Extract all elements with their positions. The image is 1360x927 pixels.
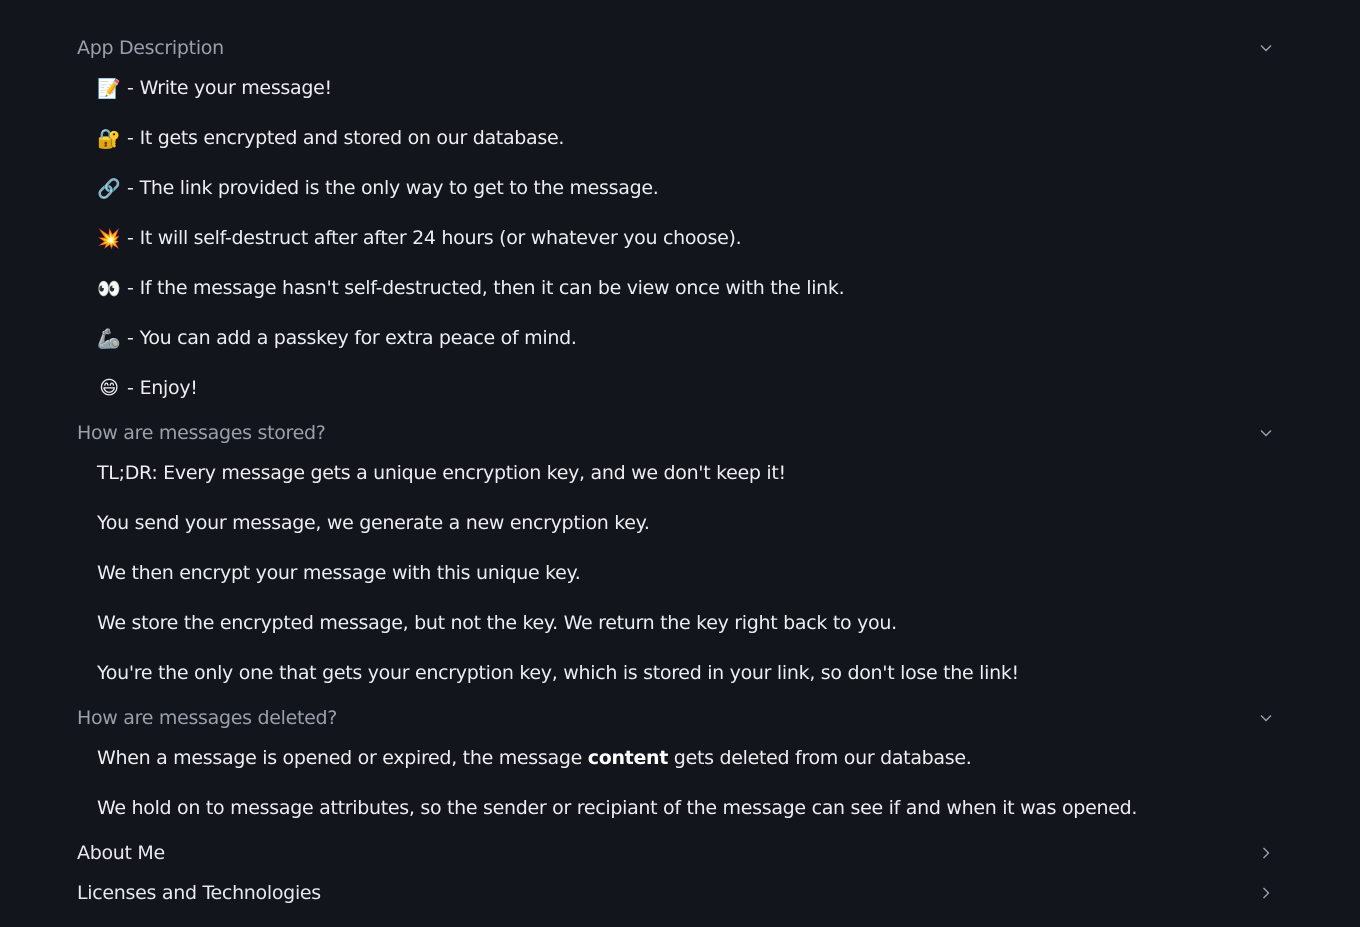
messages-stored-header[interactable]: How are messages stored? [77,413,1280,453]
paragraph: You're the only one that gets your encry… [97,662,1019,684]
paragraph: You send your message, we generate a new… [97,512,650,534]
bold-content: content [587,747,669,769]
chevron-down-icon [1255,37,1277,59]
section-title: Licenses and Technologies [77,882,321,904]
item-text: It will self-destruct after after 24 hou… [139,227,742,249]
explosion-icon: 💥 [97,227,121,250]
link-icon: 🔗 [97,177,121,200]
list-item: 📝 - Write your message! [97,63,1280,113]
dash: - [127,377,134,399]
messages-stored-body: TL;DR: Every message gets a unique encry… [77,448,1280,698]
app-description-header[interactable]: App Description [77,28,1280,68]
smiling-face-icon: 😄 [99,377,119,399]
licenses-header[interactable]: Licenses and Technologies [77,873,1280,913]
section-about-me: About Me [77,833,1280,873]
item-text: Enjoy! [139,377,198,399]
dash: - [127,227,134,249]
list-item: 💥 - It will self-destruct after after 24… [97,213,1280,263]
dash: - [127,77,134,99]
list-item: 🔗 - The link provided is the only way to… [97,163,1280,213]
dash: - [127,327,134,349]
item-text: Write your message! [139,77,333,99]
app-description-body: 📝 - Write your message! 🔐 - It gets encr… [77,63,1280,413]
list-item: 😄 - Enjoy! [97,363,1280,413]
paragraph: When a message is opened or expired, the… [97,733,1280,783]
lock-with-key-icon: 🔐 [97,127,121,150]
section-messages-deleted: How are messages deleted? When a message… [77,698,1280,833]
section-app-description: App Description 📝 - Write your message! … [77,28,1280,413]
list-item: 🔐 - It gets encrypted and stored on our … [97,113,1280,163]
item-text: The link provided is the only way to get… [139,177,659,199]
text-after: gets deleted from our database. [668,747,972,769]
text-before: When a message is opened or expired, the… [97,747,588,769]
list-item: 🦾 - You can add a passkey for extra peac… [97,313,1280,363]
messages-deleted-header[interactable]: How are messages deleted? [77,698,1280,738]
chevron-right-icon [1255,882,1277,904]
section-messages-stored: How are messages stored? TL;DR: Every me… [77,413,1280,698]
item-text: It gets encrypted and stored on our data… [139,127,565,149]
memo-icon: 📝 [97,77,121,100]
paragraph: TL;DR: Every message gets a unique encry… [97,462,786,484]
section-title: How are messages stored? [77,422,326,444]
item-text: If the message hasn't self-destructed, t… [139,277,845,299]
dash: - [127,127,134,149]
messages-deleted-body: When a message is opened or expired, the… [77,733,1280,833]
paragraph: We then encrypt your message with this u… [97,562,581,584]
section-title: App Description [77,37,224,59]
section-title: About Me [77,842,165,864]
eyes-icon: 👀 [97,277,121,300]
dash: - [127,177,134,199]
mechanical-arm-icon: 🦾 [97,327,121,350]
section-title: How are messages deleted? [77,707,338,729]
section-licenses: Licenses and Technologies [77,873,1280,913]
dash: - [127,277,134,299]
paragraph: We hold on to message attributes, so the… [97,797,1138,819]
faq-accordion: App Description 📝 - Write your message! … [77,28,1280,913]
chevron-down-icon [1255,422,1277,444]
chevron-down-icon [1255,707,1277,729]
paragraph: We store the encrypted message, but not … [97,612,897,634]
item-text: You can add a passkey for extra peace of… [139,327,577,349]
chevron-right-icon [1255,842,1277,864]
about-me-header[interactable]: About Me [77,833,1280,873]
list-item: 👀 - If the message hasn't self-destructe… [97,263,1280,313]
